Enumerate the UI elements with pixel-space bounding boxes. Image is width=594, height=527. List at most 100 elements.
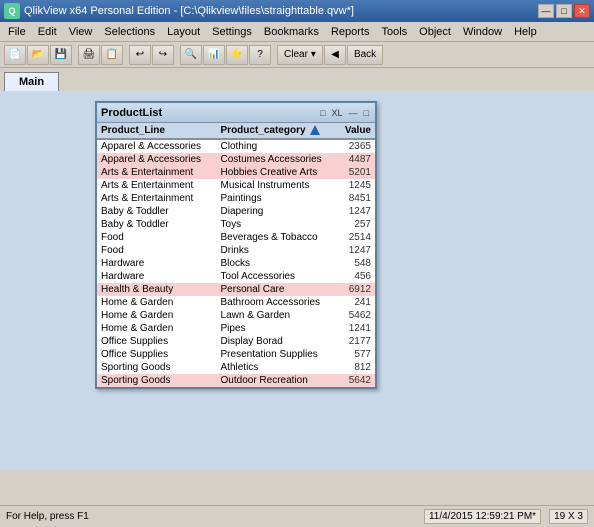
cell-product-category: Drinks [217, 244, 338, 257]
toolbar-save[interactable]: 💾 [50, 45, 72, 65]
cell-value: 5462 [337, 309, 375, 322]
menu-reports[interactable]: Reports [325, 24, 376, 40]
cell-product-category: Hobbies Creative Arts [217, 166, 338, 179]
cell-product-line: Home & Garden [97, 296, 217, 309]
table-row[interactable]: Office SuppliesDisplay Borad2177 [97, 335, 375, 348]
table-row[interactable]: Home & GardenLawn & Garden5462 [97, 309, 375, 322]
cell-value: 4487 [337, 153, 375, 166]
col-header-value[interactable]: Value [337, 123, 375, 139]
cell-value: 456 [337, 270, 375, 283]
menu-tools[interactable]: Tools [375, 24, 413, 40]
menu-settings[interactable]: Settings [206, 24, 258, 40]
table-row[interactable]: Arts & EntertainmentHobbies Creative Art… [97, 166, 375, 179]
table-row[interactable]: Baby & ToddlerToys257 [97, 218, 375, 231]
cell-value: 1245 [337, 179, 375, 192]
cell-value: 577 [337, 348, 375, 361]
cell-value: 5201 [337, 166, 375, 179]
cell-product-category: Tool Accessories [217, 270, 338, 283]
cell-product-category: Clothing [217, 139, 338, 153]
main-content: ProductList □ XL — □ Product_Line Produc… [0, 91, 594, 469]
toolbar-chart[interactable]: 📊 [203, 45, 225, 65]
tab-main[interactable]: Main [4, 72, 59, 91]
toolbar-open[interactable]: 📂 [27, 45, 49, 65]
minimize-button[interactable]: — [538, 4, 554, 18]
cell-product-category: Diapering [217, 205, 338, 218]
table-row[interactable]: Apparel & AccessoriesCostumes Accessorie… [97, 153, 375, 166]
cell-value: 241 [337, 296, 375, 309]
qv-table-controls: □ XL — □ [318, 108, 371, 118]
cell-product-line: Health & Beauty [97, 283, 217, 296]
cell-product-line: Hardware [97, 270, 217, 283]
table-row[interactable]: FoodBeverages & Tobacco2514 [97, 231, 375, 244]
cell-value: 2365 [337, 139, 375, 153]
toolbar-redo[interactable]: ↪ [152, 45, 174, 65]
table-row[interactable]: Sporting GoodsOutdoor Recreation5642 [97, 374, 375, 387]
app-icon: Q [4, 3, 20, 19]
cell-product-category: Display Borad [217, 335, 338, 348]
cell-product-line: Arts & Entertainment [97, 192, 217, 205]
qv-minimize-btn[interactable]: — [347, 108, 360, 118]
col-header-product-category[interactable]: Product_category [217, 123, 338, 139]
maximize-button[interactable]: □ [556, 4, 572, 18]
table-row[interactable]: Baby & ToddlerDiapering1247 [97, 205, 375, 218]
cell-value: 1241 [337, 322, 375, 335]
cell-value: 548 [337, 257, 375, 270]
cell-product-category: Paintings [217, 192, 338, 205]
cell-product-category: Outdoor Recreation [217, 374, 338, 387]
qv-xl-btn[interactable]: XL [330, 108, 345, 118]
window-title: QlikView x64 Personal Edition - [C:\Qlik… [24, 5, 354, 17]
table-row[interactable]: HardwareTool Accessories456 [97, 270, 375, 283]
menu-bookmarks[interactable]: Bookmarks [258, 24, 325, 40]
toolbar-help[interactable]: ? [249, 45, 271, 65]
toolbar-print[interactable]: 🖨 [78, 45, 100, 65]
qv-restore-btn[interactable]: □ [318, 108, 327, 118]
table-row[interactable]: Arts & EntertainmentPaintings8451 [97, 192, 375, 205]
menu-file[interactable]: File [2, 24, 32, 40]
cell-product-line: Apparel & Accessories [97, 139, 217, 153]
table-row[interactable]: Arts & EntertainmentMusical Instruments1… [97, 179, 375, 192]
table-row[interactable]: Apparel & AccessoriesClothing2365 [97, 139, 375, 153]
menu-view[interactable]: View [63, 24, 99, 40]
table-row[interactable]: Office SuppliesPresentation Supplies577 [97, 348, 375, 361]
toolbar: 📄 📂 💾 🖨 📋 ↩ ↪ 🔍 📊 ⭐ ? Clear ▾ ◀ Back [0, 42, 594, 68]
cell-product-category: Beverages & Tobacco [217, 231, 338, 244]
help-text: For Help, press F1 [6, 511, 89, 522]
toolbar-undo[interactable]: ↩ [129, 45, 151, 65]
table-row[interactable]: Home & GardenBathroom Accessories241 [97, 296, 375, 309]
table-row[interactable]: Home & GardenPipes1241 [97, 322, 375, 335]
cell-value: 257 [337, 218, 375, 231]
menu-selections[interactable]: Selections [98, 24, 161, 40]
toolbar-clear-button[interactable]: Clear ▾ [277, 45, 323, 65]
menu-layout[interactable]: Layout [161, 24, 206, 40]
cell-product-category: Personal Care [217, 283, 338, 296]
table-row[interactable]: HardwareBlocks548 [97, 257, 375, 270]
cell-product-category: Athletics [217, 361, 338, 374]
table-row[interactable]: FoodDrinks1247 [97, 244, 375, 257]
table-row[interactable]: Health & BeautyPersonal Care6912 [97, 283, 375, 296]
toolbar-new[interactable]: 📄 [4, 45, 26, 65]
clear-label: Clear [284, 49, 308, 60]
toolbar-search[interactable]: 🔍 [180, 45, 202, 65]
menu-help[interactable]: Help [508, 24, 543, 40]
toolbar-back-button[interactable]: Back [347, 45, 383, 65]
close-button[interactable]: ✕ [574, 4, 590, 18]
sort-arrow-icon [310, 125, 320, 135]
cell-product-category: Blocks [217, 257, 338, 270]
menu-object[interactable]: Object [413, 24, 457, 40]
qv-table-header: ProductList □ XL — □ [97, 103, 375, 123]
table-row[interactable]: Sporting GoodsAthletics812 [97, 361, 375, 374]
toolbar-back-icon[interactable]: ◀ [324, 45, 346, 65]
menu-window[interactable]: Window [457, 24, 508, 40]
menu-edit[interactable]: Edit [32, 24, 63, 40]
col-header-product-line[interactable]: Product_Line [97, 123, 217, 139]
cell-value: 8451 [337, 192, 375, 205]
cell-product-line: Office Supplies [97, 348, 217, 361]
status-bar: For Help, press F1 11/4/2015 12:59:21 PM… [0, 505, 594, 527]
cell-product-line: Arts & Entertainment [97, 179, 217, 192]
toolbar-copy[interactable]: 📋 [101, 45, 123, 65]
qv-table-title: ProductList [101, 107, 162, 119]
qv-maximize-btn[interactable]: □ [362, 108, 371, 118]
cell-product-line: Baby & Toddler [97, 205, 217, 218]
toolbar-star[interactable]: ⭐ [226, 45, 248, 65]
table-body: Apparel & AccessoriesClothing2365Apparel… [97, 139, 375, 387]
